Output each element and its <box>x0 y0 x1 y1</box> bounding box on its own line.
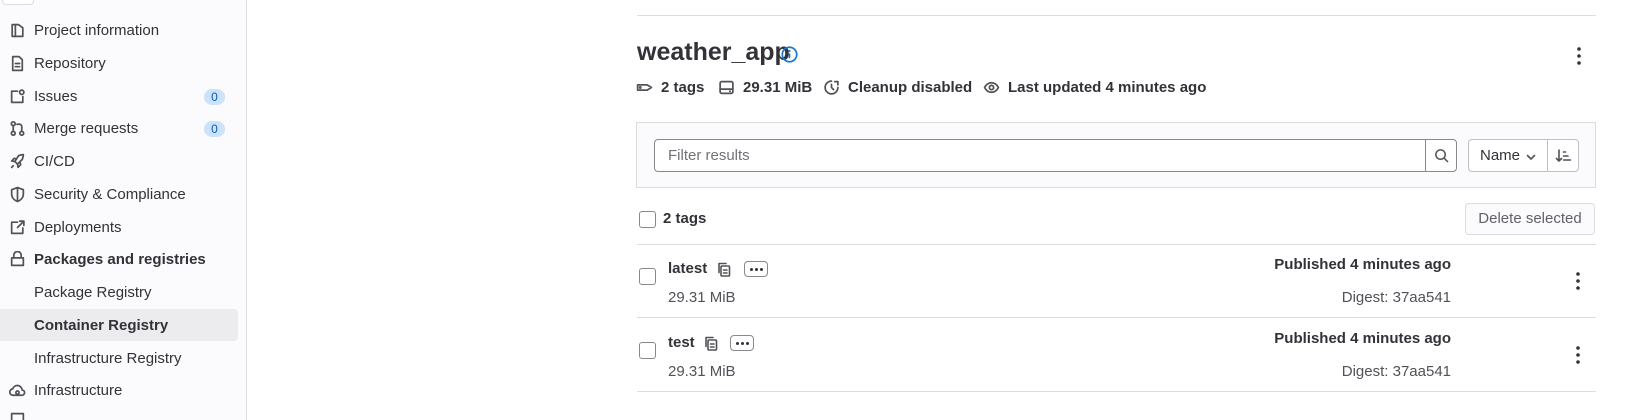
published-time: Published 4 minutes ago <box>1274 330 1451 347</box>
issues-count-badge: 0 <box>204 89 225 105</box>
sidebar-item-project-information[interactable]: Project information <box>0 14 247 47</box>
meta-size-text: 29.31 MiB <box>743 78 813 96</box>
disk-icon <box>719 80 734 94</box>
sidebar-item-label: Merge requests <box>34 120 139 137</box>
copy-icon[interactable] <box>703 335 719 352</box>
digest: Digest: 37aa541 <box>1341 363 1451 380</box>
row-more-actions-icon[interactable] <box>1571 270 1585 292</box>
row-divider <box>637 391 1596 392</box>
merge-requests-count-badge: 0 <box>204 121 225 137</box>
sort-lowest-icon <box>1555 149 1572 162</box>
cloud-gear-icon <box>9 384 26 397</box>
sidebar-subitem-label: Infrastructure Registry <box>34 350 182 367</box>
sidebar-item-label: Packages and registries <box>34 251 206 268</box>
sidebar-subitem-package-registry[interactable]: Package Registry <box>0 276 247 308</box>
issues-icon <box>10 89 25 104</box>
sidebar-subitem-label: Package Registry <box>34 284 152 301</box>
rocket-icon <box>10 153 25 169</box>
tag-details-toggle[interactable] <box>744 261 768 277</box>
meta-size: 29.31 MiB <box>718 76 812 98</box>
truncated-icon <box>10 412 25 420</box>
sidebar-item-label: Issues <box>34 88 78 105</box>
tag-size: 29.31 MiB <box>668 289 736 306</box>
meta-updated: Last updated 4 minutes ago <box>983 76 1206 98</box>
sort-label: Name <box>1480 147 1521 164</box>
select-all-checkbox[interactable] <box>639 211 656 228</box>
sidebar-item-deployments[interactable]: Deployments <box>0 211 247 244</box>
sidebar-item-label: Project information <box>34 22 160 39</box>
sidebar-item-issues[interactable]: Issues 0 <box>0 80 247 113</box>
sidebar: Project information Repository Issues 0 … <box>0 0 247 420</box>
sidebar-top-stub <box>2 0 34 5</box>
document-icon <box>11 55 24 72</box>
sort-direction-button[interactable] <box>1547 139 1579 172</box>
search-icon <box>1435 149 1449 163</box>
sidebar-subitem-label: Container Registry <box>34 317 169 334</box>
sidebar-item-label: Repository <box>34 55 106 72</box>
chevron-down-icon <box>1526 154 1536 160</box>
meta-tags-text: 2 tags <box>661 78 705 96</box>
meta-cleanup-text: Cleanup disabled <box>848 78 973 96</box>
header-more-actions-icon[interactable] <box>1572 45 1586 67</box>
page-title: weather_app <box>637 38 790 66</box>
row-divider <box>637 244 1596 245</box>
copy-icon[interactable] <box>716 261 732 278</box>
expire-icon <box>824 79 839 95</box>
meta-cleanup: Cleanup disabled <box>823 76 972 98</box>
row-checkbox-latest[interactable] <box>639 268 656 285</box>
row-checkbox-test[interactable] <box>639 342 656 359</box>
sidebar-item-label: CI/CD <box>34 153 75 170</box>
shield-icon <box>10 186 25 203</box>
tag-details-toggle[interactable] <box>730 335 754 351</box>
meta-updated-text: Last updated 4 minutes ago <box>1008 78 1207 96</box>
sidebar-item-label: Infrastructure <box>34 382 123 399</box>
tag-name-test: test <box>668 334 695 351</box>
tag-size: 29.31 MiB <box>668 363 736 380</box>
tag-name-latest: latest <box>668 260 708 277</box>
sidebar-item-security-compliance[interactable]: Security & Compliance <box>0 178 247 211</box>
merge-request-icon <box>10 120 25 137</box>
sidebar-item-packages-registries[interactable]: Packages and registries <box>0 243 247 276</box>
tag-icon <box>636 83 653 91</box>
filter-bar: Name <box>636 122 1596 188</box>
sidebar-item-infrastructure[interactable]: Infrastructure <box>0 374 247 407</box>
sidebar-item-label: Security & Compliance <box>34 186 186 203</box>
row-divider <box>637 317 1596 318</box>
row-more-actions-icon[interactable] <box>1571 344 1585 366</box>
meta-tags: 2 tags <box>636 76 704 98</box>
published-time: Published 4 minutes ago <box>1274 256 1451 273</box>
package-icon <box>10 251 25 267</box>
filter-input[interactable] <box>654 139 1425 172</box>
sidebar-item-merge-requests[interactable]: Merge requests 0 <box>0 112 247 145</box>
sidebar-item-cicd[interactable]: CI/CD <box>0 145 247 178</box>
sidebar-subitem-infrastructure-registry[interactable]: Infrastructure Registry <box>0 342 247 374</box>
sort-dropdown[interactable]: Name <box>1468 139 1548 172</box>
tags-count-label: 2 tags <box>663 210 707 227</box>
project-icon <box>11 23 24 38</box>
digest: Digest: 37aa541 <box>1341 289 1451 306</box>
info-icon[interactable] <box>781 46 798 63</box>
eye-icon <box>983 81 1000 93</box>
search-button[interactable] <box>1425 139 1457 172</box>
top-divider <box>637 15 1596 16</box>
deployments-icon <box>10 220 25 235</box>
sidebar-item-label: Deployments <box>34 219 122 236</box>
sidebar-subitem-container-registry[interactable]: Container Registry <box>0 309 238 341</box>
sidebar-item-repository[interactable]: Repository <box>0 47 247 80</box>
delete-selected-button[interactable]: Delete selected <box>1465 203 1595 235</box>
